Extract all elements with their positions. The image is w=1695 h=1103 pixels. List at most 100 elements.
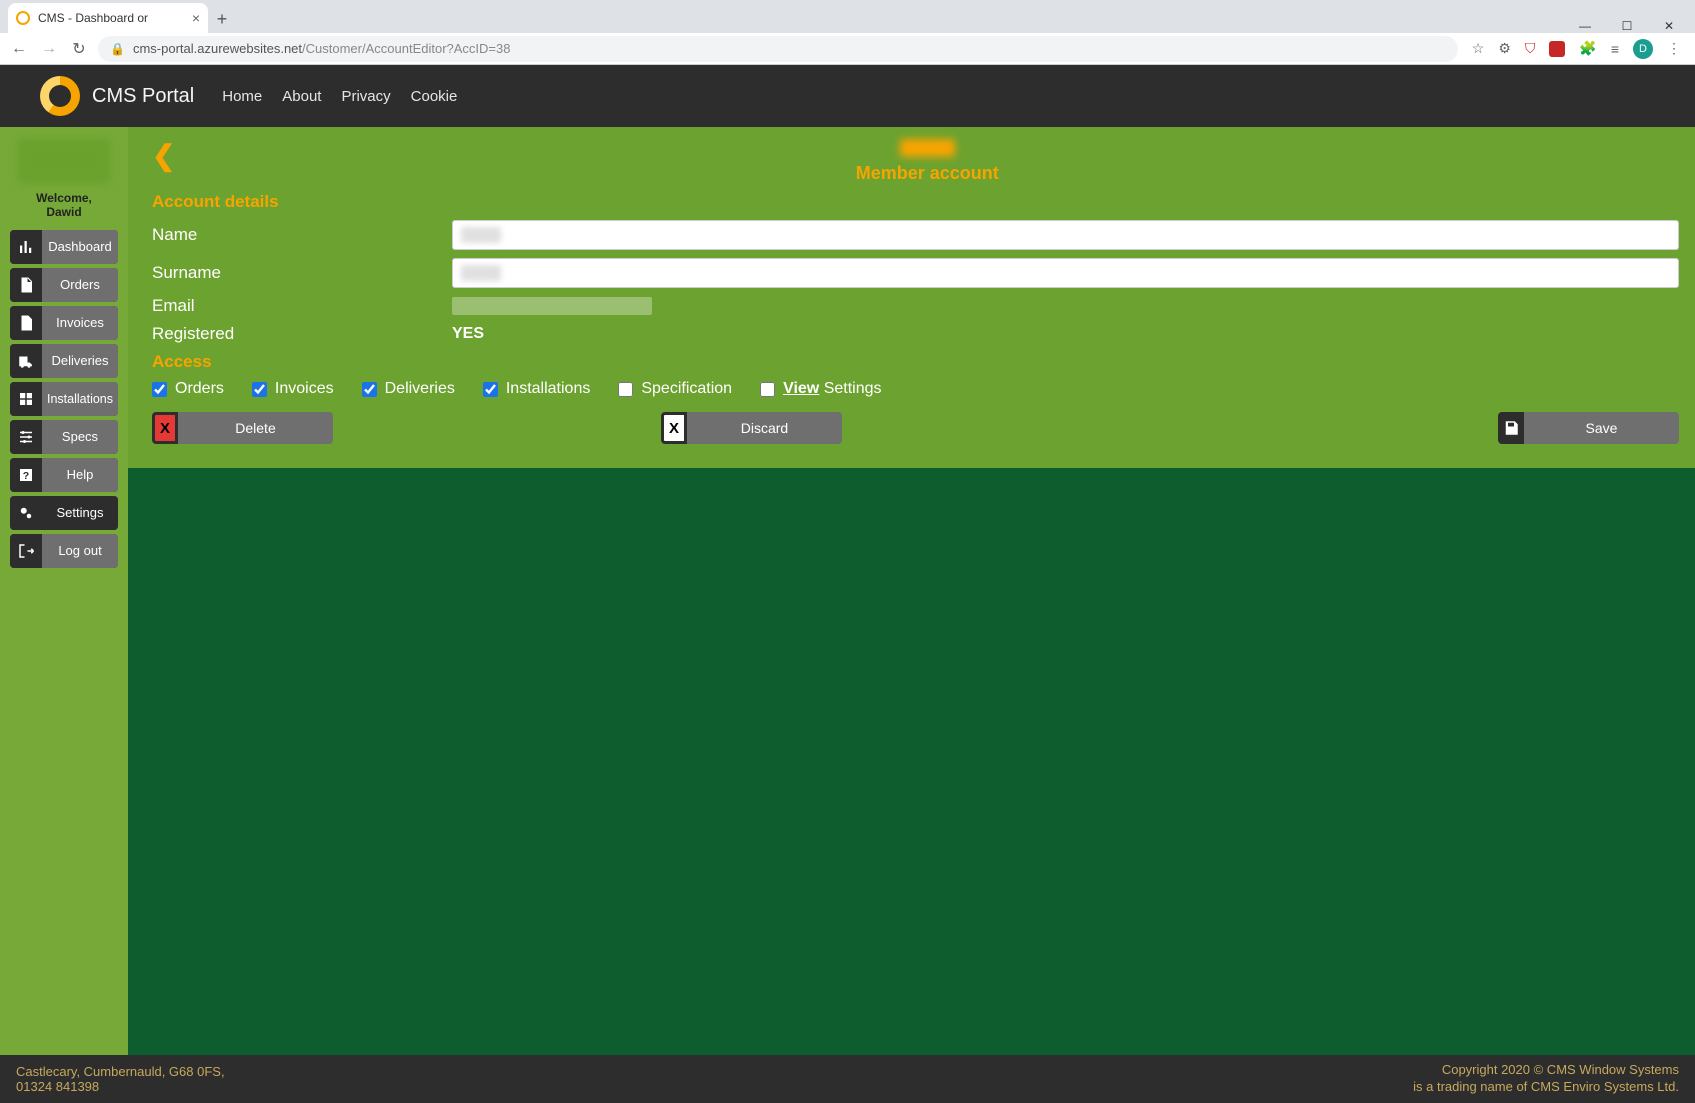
back-chevron-icon[interactable]: ❮ (152, 139, 175, 172)
label-registered: Registered (152, 324, 452, 344)
checkbox-specification[interactable]: Specification (618, 380, 732, 398)
checkbox-deliveries[interactable]: Deliveries (362, 380, 455, 398)
sidebar-item-dashboard[interactable]: Dashboard (10, 230, 118, 264)
checkbox-view-settings-input[interactable] (760, 382, 775, 397)
url-field[interactable]: 🔒 cms-portal.azurewebsites.net/Customer/… (98, 36, 1458, 62)
sidebar-item-orders[interactable]: Orders (10, 268, 118, 302)
welcome-line1: Welcome, (36, 191, 92, 205)
browser-tab[interactable]: CMS - Dashboard or × (8, 3, 208, 33)
nav-link-cookie[interactable]: Cookie (411, 88, 458, 105)
checkbox-view-settings-label: View Settings (783, 380, 881, 398)
sidebar-item-invoices[interactable]: Invoices (10, 306, 118, 340)
checkbox-orders[interactable]: Orders (152, 380, 224, 398)
window-minimize-icon[interactable]: — (1573, 19, 1597, 33)
url-host: cms-portal.azurewebsites.net (133, 41, 302, 56)
access-checkbox-row: Orders Invoices Deliveries Installations (152, 380, 1679, 398)
checkbox-view-settings[interactable]: View Settings (760, 380, 881, 398)
discard-button-group: X Discard (661, 412, 842, 444)
extensions-puzzle-icon[interactable]: 🧩 (1579, 40, 1596, 57)
reload-button[interactable]: ↻ (68, 38, 90, 60)
panel-heading-redacted (900, 139, 955, 157)
save-floppy-icon (1498, 412, 1524, 444)
tab-title: CMS - Dashboard or (38, 11, 148, 25)
sidebar-item-label: Deliveries (42, 344, 118, 378)
window-close-icon[interactable]: ✕ (1657, 19, 1681, 33)
checkbox-invoices[interactable]: Invoices (252, 380, 334, 398)
sidebar-item-settings[interactable]: Settings (10, 496, 118, 530)
checkbox-invoices-input[interactable] (252, 382, 267, 397)
reading-list-icon[interactable]: ≡ (1611, 41, 1619, 57)
welcome-line2: Dawid (46, 205, 81, 219)
brand-logo-icon (40, 76, 80, 116)
nav-link-privacy[interactable]: Privacy (341, 88, 390, 105)
footer-address: Castlecary, Cumbernauld, G68 0FS, 01324 … (16, 1064, 225, 1094)
checkbox-deliveries-input[interactable] (362, 382, 377, 397)
forward-button[interactable]: → (38, 38, 60, 60)
sidebar-logo (18, 139, 110, 183)
pdf-extension-icon[interactable] (1549, 41, 1565, 57)
welcome-text: Welcome, Dawid (10, 191, 118, 220)
discard-button[interactable]: Discard (687, 412, 842, 444)
redacted-value (461, 265, 501, 281)
svg-text:?: ? (23, 470, 29, 482)
new-tab-button[interactable]: + (208, 5, 236, 33)
grid-icon (10, 382, 42, 416)
profile-avatar[interactable]: D (1633, 39, 1653, 59)
logout-icon (10, 534, 42, 568)
sidebar-item-label: Installations (42, 382, 118, 416)
sidebar-item-installations[interactable]: Installations (10, 382, 118, 416)
sidebar-item-label: Help (42, 458, 118, 492)
adblock-shield-icon[interactable]: ⛉ (1525, 40, 1536, 57)
truck-icon (10, 344, 42, 378)
sidebar-item-logout[interactable]: Log out (10, 534, 118, 568)
discard-x-icon: X (661, 412, 687, 444)
extension-icon[interactable]: ⚙ (1498, 40, 1511, 57)
sidebar-item-label: Specs (42, 420, 118, 454)
bookmark-star-icon[interactable]: ☆ (1472, 40, 1485, 57)
checkbox-installations-label: Installations (506, 380, 591, 398)
browser-chrome: CMS - Dashboard or × + — ☐ ✕ ← → ↻ 🔒 cms… (0, 0, 1695, 65)
label-surname: Surname (152, 263, 452, 283)
delete-button[interactable]: Delete (178, 412, 333, 444)
section-account-details: Account details (152, 192, 1679, 212)
account-panel: ❮ Member account Account details Name Su… (128, 127, 1695, 468)
tab-close-icon[interactable]: × (192, 10, 200, 26)
footer-copyright: Copyright 2020 © CMS Window Systems is a… (1413, 1062, 1679, 1096)
sidebar-item-specs[interactable]: Specs (10, 420, 118, 454)
sidebar-item-deliveries[interactable]: Deliveries (10, 344, 118, 378)
sidebar-item-label: Invoices (42, 306, 118, 340)
nav-link-home[interactable]: Home (222, 88, 262, 105)
checkbox-installations[interactable]: Installations (483, 380, 591, 398)
action-buttons: X Delete X Discard Save (152, 412, 1679, 444)
address-bar: ← → ↻ 🔒 cms-portal.azurewebsites.net/Cus… (0, 33, 1695, 64)
back-button[interactable]: ← (8, 38, 30, 60)
footer-address-line1: Castlecary, Cumbernauld, G68 0FS, (16, 1064, 225, 1079)
sidebar-item-label: Dashboard (42, 230, 118, 264)
tab-favicon (16, 11, 30, 25)
sidebar-item-help[interactable]: ? Help (10, 458, 118, 492)
nav-link-about[interactable]: About (282, 88, 321, 105)
kebab-menu-icon[interactable]: ⋮ (1667, 40, 1681, 57)
label-email: Email (152, 296, 452, 316)
input-name[interactable] (452, 220, 1679, 250)
redacted-value (461, 227, 501, 243)
lock-icon: 🔒 (110, 42, 125, 56)
save-button[interactable]: Save (1524, 412, 1679, 444)
document-icon (10, 268, 42, 302)
checkbox-specification-input[interactable] (618, 382, 633, 397)
save-button-group: Save (1498, 412, 1679, 444)
input-surname[interactable] (452, 258, 1679, 288)
label-name: Name (152, 225, 452, 245)
url-path: /Customer/AccountEditor?AccID=38 (302, 41, 510, 56)
sidebar: Welcome, Dawid Dashboard Orders Invoices… (0, 127, 128, 1055)
window-maximize-icon[interactable]: ☐ (1615, 19, 1639, 33)
content-area: ❮ Member account Account details Name Su… (128, 127, 1695, 1055)
section-access: Access (152, 352, 1679, 372)
sidebar-item-label: Orders (42, 268, 118, 302)
checkbox-orders-input[interactable] (152, 382, 167, 397)
tab-strip: CMS - Dashboard or × + — ☐ ✕ (0, 0, 1695, 33)
body-wrap: Welcome, Dawid Dashboard Orders Invoices… (0, 127, 1695, 1055)
checkbox-specification-label: Specification (641, 380, 732, 398)
checkbox-installations-input[interactable] (483, 382, 498, 397)
footer-copyright-line1: Copyright 2020 © CMS Window Systems (1413, 1062, 1679, 1079)
